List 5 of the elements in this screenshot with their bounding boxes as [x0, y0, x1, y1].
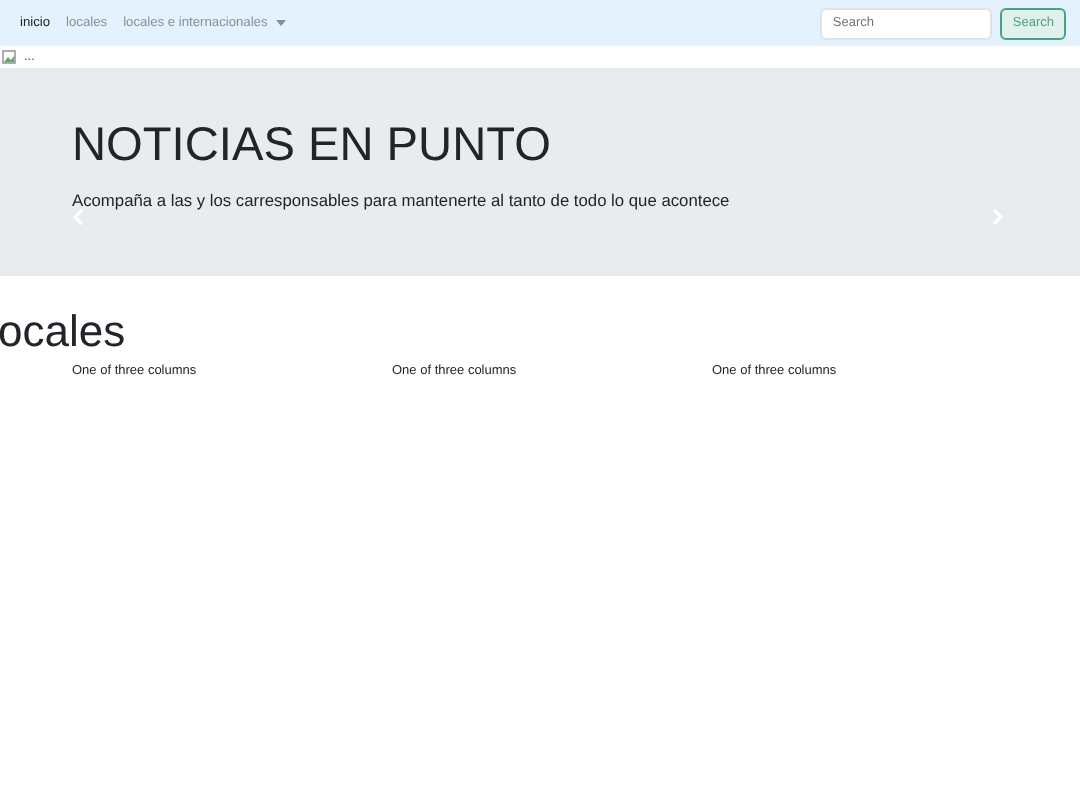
caret-icon — [275, 19, 286, 26]
section-heading: ocales — [0, 308, 128, 357]
carousel-caption: Acompaña a las y los carresponsables para mantenerte al tanto de todo lo que acontece — [72, 187, 732, 213]
broken-image-icon — [2, 50, 16, 64]
carousel-title: NOTICIAS EN PUNTO — [72, 124, 553, 172]
